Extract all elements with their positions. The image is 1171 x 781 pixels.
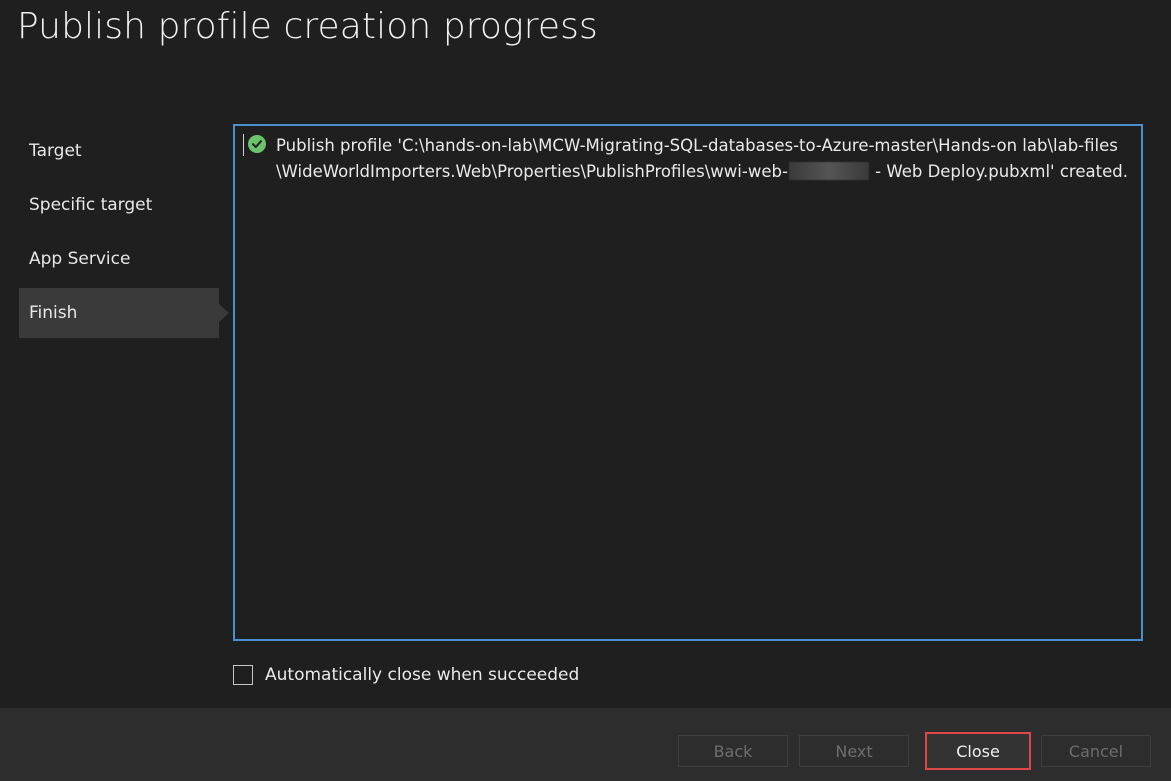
step-specific-target[interactable]: Specific target xyxy=(19,180,219,230)
step-target[interactable]: Target xyxy=(19,126,219,176)
dialog-title: Publish profile creation progress xyxy=(17,6,598,47)
text-caret xyxy=(243,134,244,156)
status-message: Publish profile 'C:\hands-on-lab\MCW-Mig… xyxy=(276,133,1136,185)
step-label: Specific target xyxy=(29,195,153,215)
back-button[interactable]: Back xyxy=(678,735,788,767)
dialog-footer: Back Next Close Cancel xyxy=(0,708,1171,781)
check-circle-icon xyxy=(248,135,266,153)
auto-close-checkbox[interactable] xyxy=(233,665,253,685)
step-label: App Service xyxy=(29,249,131,269)
wizard-steps-nav: Target Specific target App Service Finis… xyxy=(19,126,229,342)
status-message-line-2: \WideWorldImporters.Web\Properties\Publi… xyxy=(276,159,1136,185)
status-message-line-1: Publish profile 'C:\hands-on-lab\MCW-Mig… xyxy=(276,136,1118,155)
step-finish[interactable]: Finish xyxy=(19,288,229,338)
close-button[interactable]: Close xyxy=(925,732,1031,770)
cancel-button[interactable]: Cancel xyxy=(1041,735,1151,767)
redacted-text xyxy=(788,162,869,180)
progress-output-box[interactable]: Publish profile 'C:\hands-on-lab\MCW-Mig… xyxy=(233,124,1143,641)
auto-close-label: Automatically close when succeeded xyxy=(265,665,580,685)
status-message-path: \WideWorldImporters.Web\Properties\Publi… xyxy=(276,162,788,181)
auto-close-option[interactable]: Automatically close when succeeded xyxy=(233,665,579,685)
status-message-suffix: - Web Deploy.pubxml' created. xyxy=(869,162,1128,181)
publish-progress-dialog: Publish profile creation progress Target… xyxy=(0,0,1171,781)
step-label: Finish xyxy=(29,303,78,323)
step-app-service[interactable]: App Service xyxy=(19,234,219,284)
next-button[interactable]: Next xyxy=(799,735,909,767)
step-label: Target xyxy=(29,141,82,161)
